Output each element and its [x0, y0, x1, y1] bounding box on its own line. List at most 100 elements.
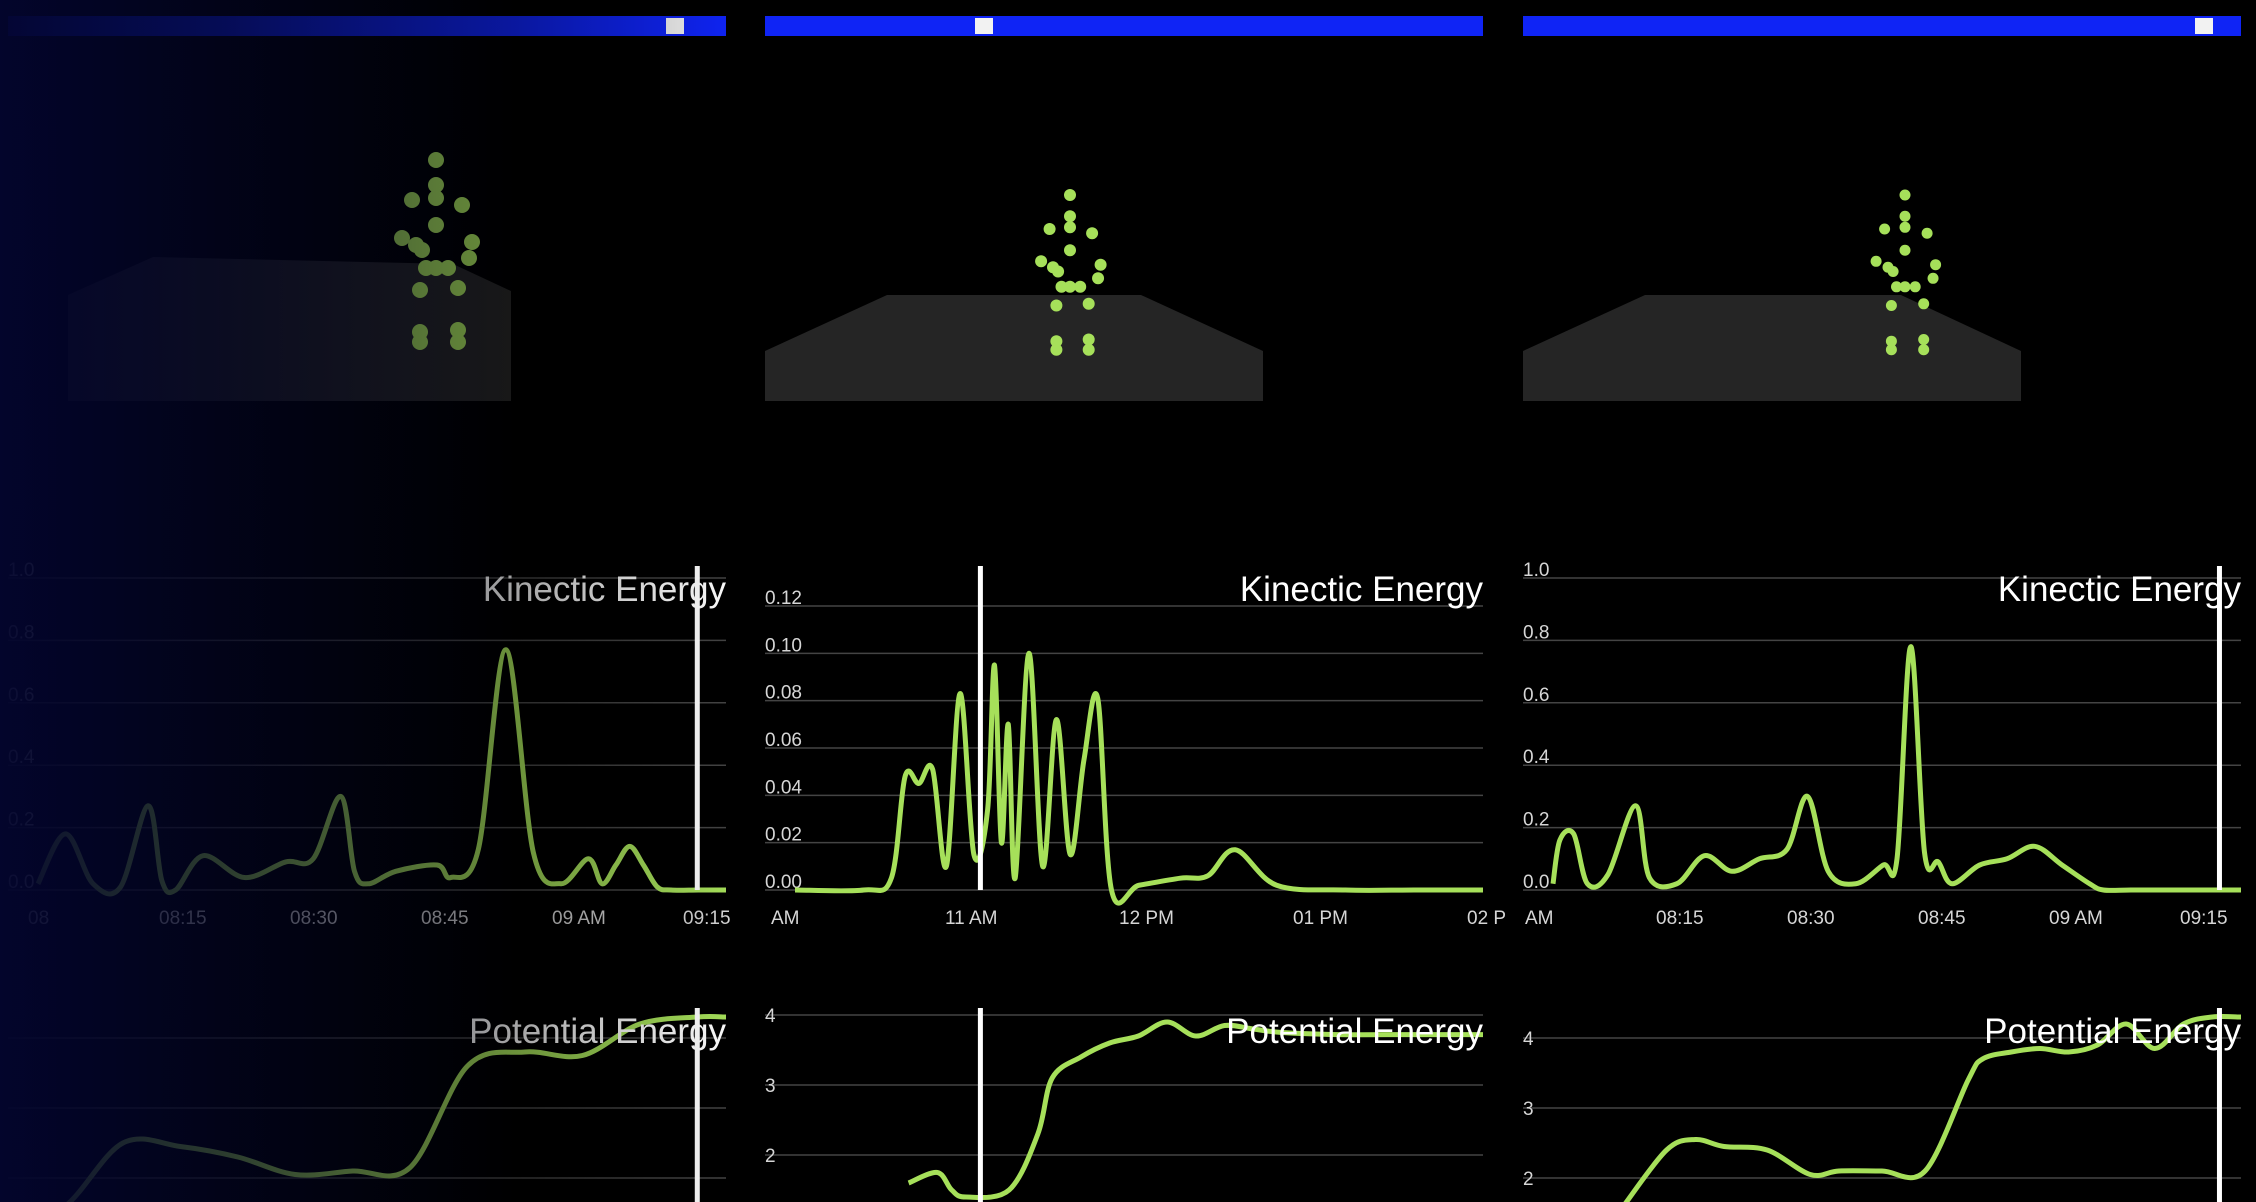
chart-title: Potential Energy [1984, 1012, 2241, 1051]
joint-marker [1870, 255, 1882, 267]
joint-marker [1064, 221, 1076, 234]
floor-plane [1523, 295, 2021, 401]
y-tick-label: 0.8 [1523, 622, 1549, 643]
scene-svg [1523, 189, 2021, 401]
y-tick-label: 2 [765, 1146, 776, 1167]
joint-marker [1050, 343, 1063, 356]
joint-marker [1918, 334, 1930, 345]
joint-marker [454, 197, 470, 213]
y-tick-label: 0.04 [765, 777, 802, 798]
joint-marker [461, 250, 477, 266]
x-tick-label: 09 AM [2049, 908, 2103, 929]
simulation-viewport[interactable] [765, 45, 1483, 515]
y-tick-label: 3 [1523, 1099, 1534, 1120]
joint-marker [1064, 244, 1076, 257]
joint-marker [404, 192, 420, 208]
simulation-viewport[interactable] [8, 45, 726, 515]
joint-marker [464, 234, 480, 250]
chart-title: Kinectic Energy [1239, 570, 1483, 609]
y-tick-label: 0.4 [1523, 747, 1550, 768]
x-tick-label: 08:15 [159, 908, 207, 929]
joint-marker [1086, 227, 1099, 240]
timeline-scrubber[interactable] [8, 16, 726, 36]
y-tick-label: 0.8 [8, 622, 34, 643]
joint-marker [450, 280, 466, 296]
joint-marker [1918, 344, 1930, 356]
x-tick-label: 09:15 [683, 908, 731, 929]
joint-marker [1930, 259, 1942, 271]
y-tick-label: 0.6 [1523, 685, 1549, 706]
y-tick-label: 4 [1523, 1029, 1534, 1050]
joint-marker [1918, 298, 1930, 310]
joint-marker [1879, 223, 1891, 235]
potential-energy-chart: Potential Energy 4 3 2 [765, 1000, 1483, 1202]
y-tick-label: 0.08 [765, 683, 802, 704]
simulation-panel-2: Kinectic Energy 0.00 0.02 0.04 0.06 0.08 0.10… [765, 0, 1506, 1202]
x-tick-label: 08:15 [1656, 908, 1704, 929]
y-tick-label: 0.06 [765, 730, 802, 751]
x-tick-label: 08:30 [290, 908, 338, 929]
timeline-handle[interactable] [2195, 18, 2213, 34]
kinetic-energy-line [794, 650, 1483, 906]
x-tick-label: 08 [28, 908, 49, 929]
joint-marker [440, 260, 456, 276]
timeline-scrubber[interactable] [765, 16, 1483, 36]
y-tick-label: 0.2 [1523, 810, 1549, 831]
joint-marker [1043, 223, 1056, 235]
y-tick-label: 0.0 [1523, 872, 1549, 893]
joint-marker [428, 217, 444, 233]
chart-title: Kinectic Energy [1997, 570, 2241, 609]
joint-marker [1885, 300, 1897, 311]
x-tick-label: AM [771, 908, 800, 929]
joint-marker [1074, 280, 1087, 293]
simulation-panel-1: Kinectic Energy 0.0 0.2 0.4 0.6 0.8 1.0 08 08:1… [8, 0, 731, 1202]
joint-marker [428, 190, 444, 206]
chart-title: Kinectic Energy [482, 570, 726, 609]
timeline-handle[interactable] [666, 18, 684, 34]
y-tick-label: 0.10 [765, 635, 802, 656]
joint-marker [1064, 189, 1076, 201]
joint-marker [428, 152, 444, 168]
joint-marker [412, 282, 428, 298]
joint-marker [1092, 272, 1105, 285]
kinetic-energy-plot: 0.0 0.2 0.4 0.6 0.8 1.0 08 08:15 08:30 08:45 09 AM… [8, 560, 731, 929]
y-tick-label: 0.02 [765, 825, 802, 846]
joint-marker [1887, 266, 1899, 277]
joint-marker [1927, 272, 1939, 284]
kinetic-energy-line [35, 647, 726, 897]
joint-marker [1921, 227, 1933, 239]
floor-plane [765, 295, 1263, 401]
y-tick-label: 0.6 [8, 685, 34, 706]
timeline-scrubber[interactable] [1523, 16, 2241, 36]
joint-marker [1899, 281, 1911, 293]
timeline-handle[interactable] [975, 18, 993, 34]
joint-marker [450, 334, 466, 350]
y-tick-label: 1.0 [1523, 560, 1549, 581]
joint-marker [1909, 281, 1921, 293]
y-tick-label: 4 [765, 1006, 776, 1027]
x-tick-label: 09:15 [2180, 908, 2228, 929]
potential-energy-chart: Potential Energy [8, 1000, 727, 1202]
kinetic-energy-line [1550, 644, 2241, 893]
potential-energy-chart: Potential Energy 4 3 2 [1523, 1000, 2242, 1202]
x-tick-label: 09 AM [552, 908, 606, 929]
kinetic-energy-chart: Kinectic Energy 0.00 0.02 0.04 0.06 0.08 0.10… [765, 558, 1506, 948]
y-tick-label: 2 [1523, 1169, 1534, 1190]
x-tick-label: 08:45 [1918, 908, 1966, 929]
joint-marker [1899, 189, 1911, 201]
simulation-viewport[interactable] [1523, 45, 2241, 515]
joint-marker [1885, 344, 1897, 356]
joint-marker [1050, 299, 1063, 312]
joint-marker [1035, 255, 1048, 268]
scene-svg [765, 189, 1263, 401]
kinetic-energy-plot: 0.000.020.040.060.080.100.12AM 11 AM 12 PM… [765, 566, 1506, 929]
x-tick-label: AM [1525, 908, 1554, 929]
joint-marker [1052, 265, 1065, 278]
joint-marker [1899, 244, 1911, 256]
x-tick-label: 11 AM [945, 908, 997, 929]
kinetic-energy-plot: 0.0 0.2 0.4 0.6 0.8 1.0 AM 08:15 08:30 08:45 09 AM… [1523, 560, 2241, 929]
y-tick-label: 0.0 [8, 872, 34, 893]
joint-marker [1082, 343, 1095, 356]
floor-plane [68, 257, 511, 401]
joint-marker [1064, 280, 1076, 293]
